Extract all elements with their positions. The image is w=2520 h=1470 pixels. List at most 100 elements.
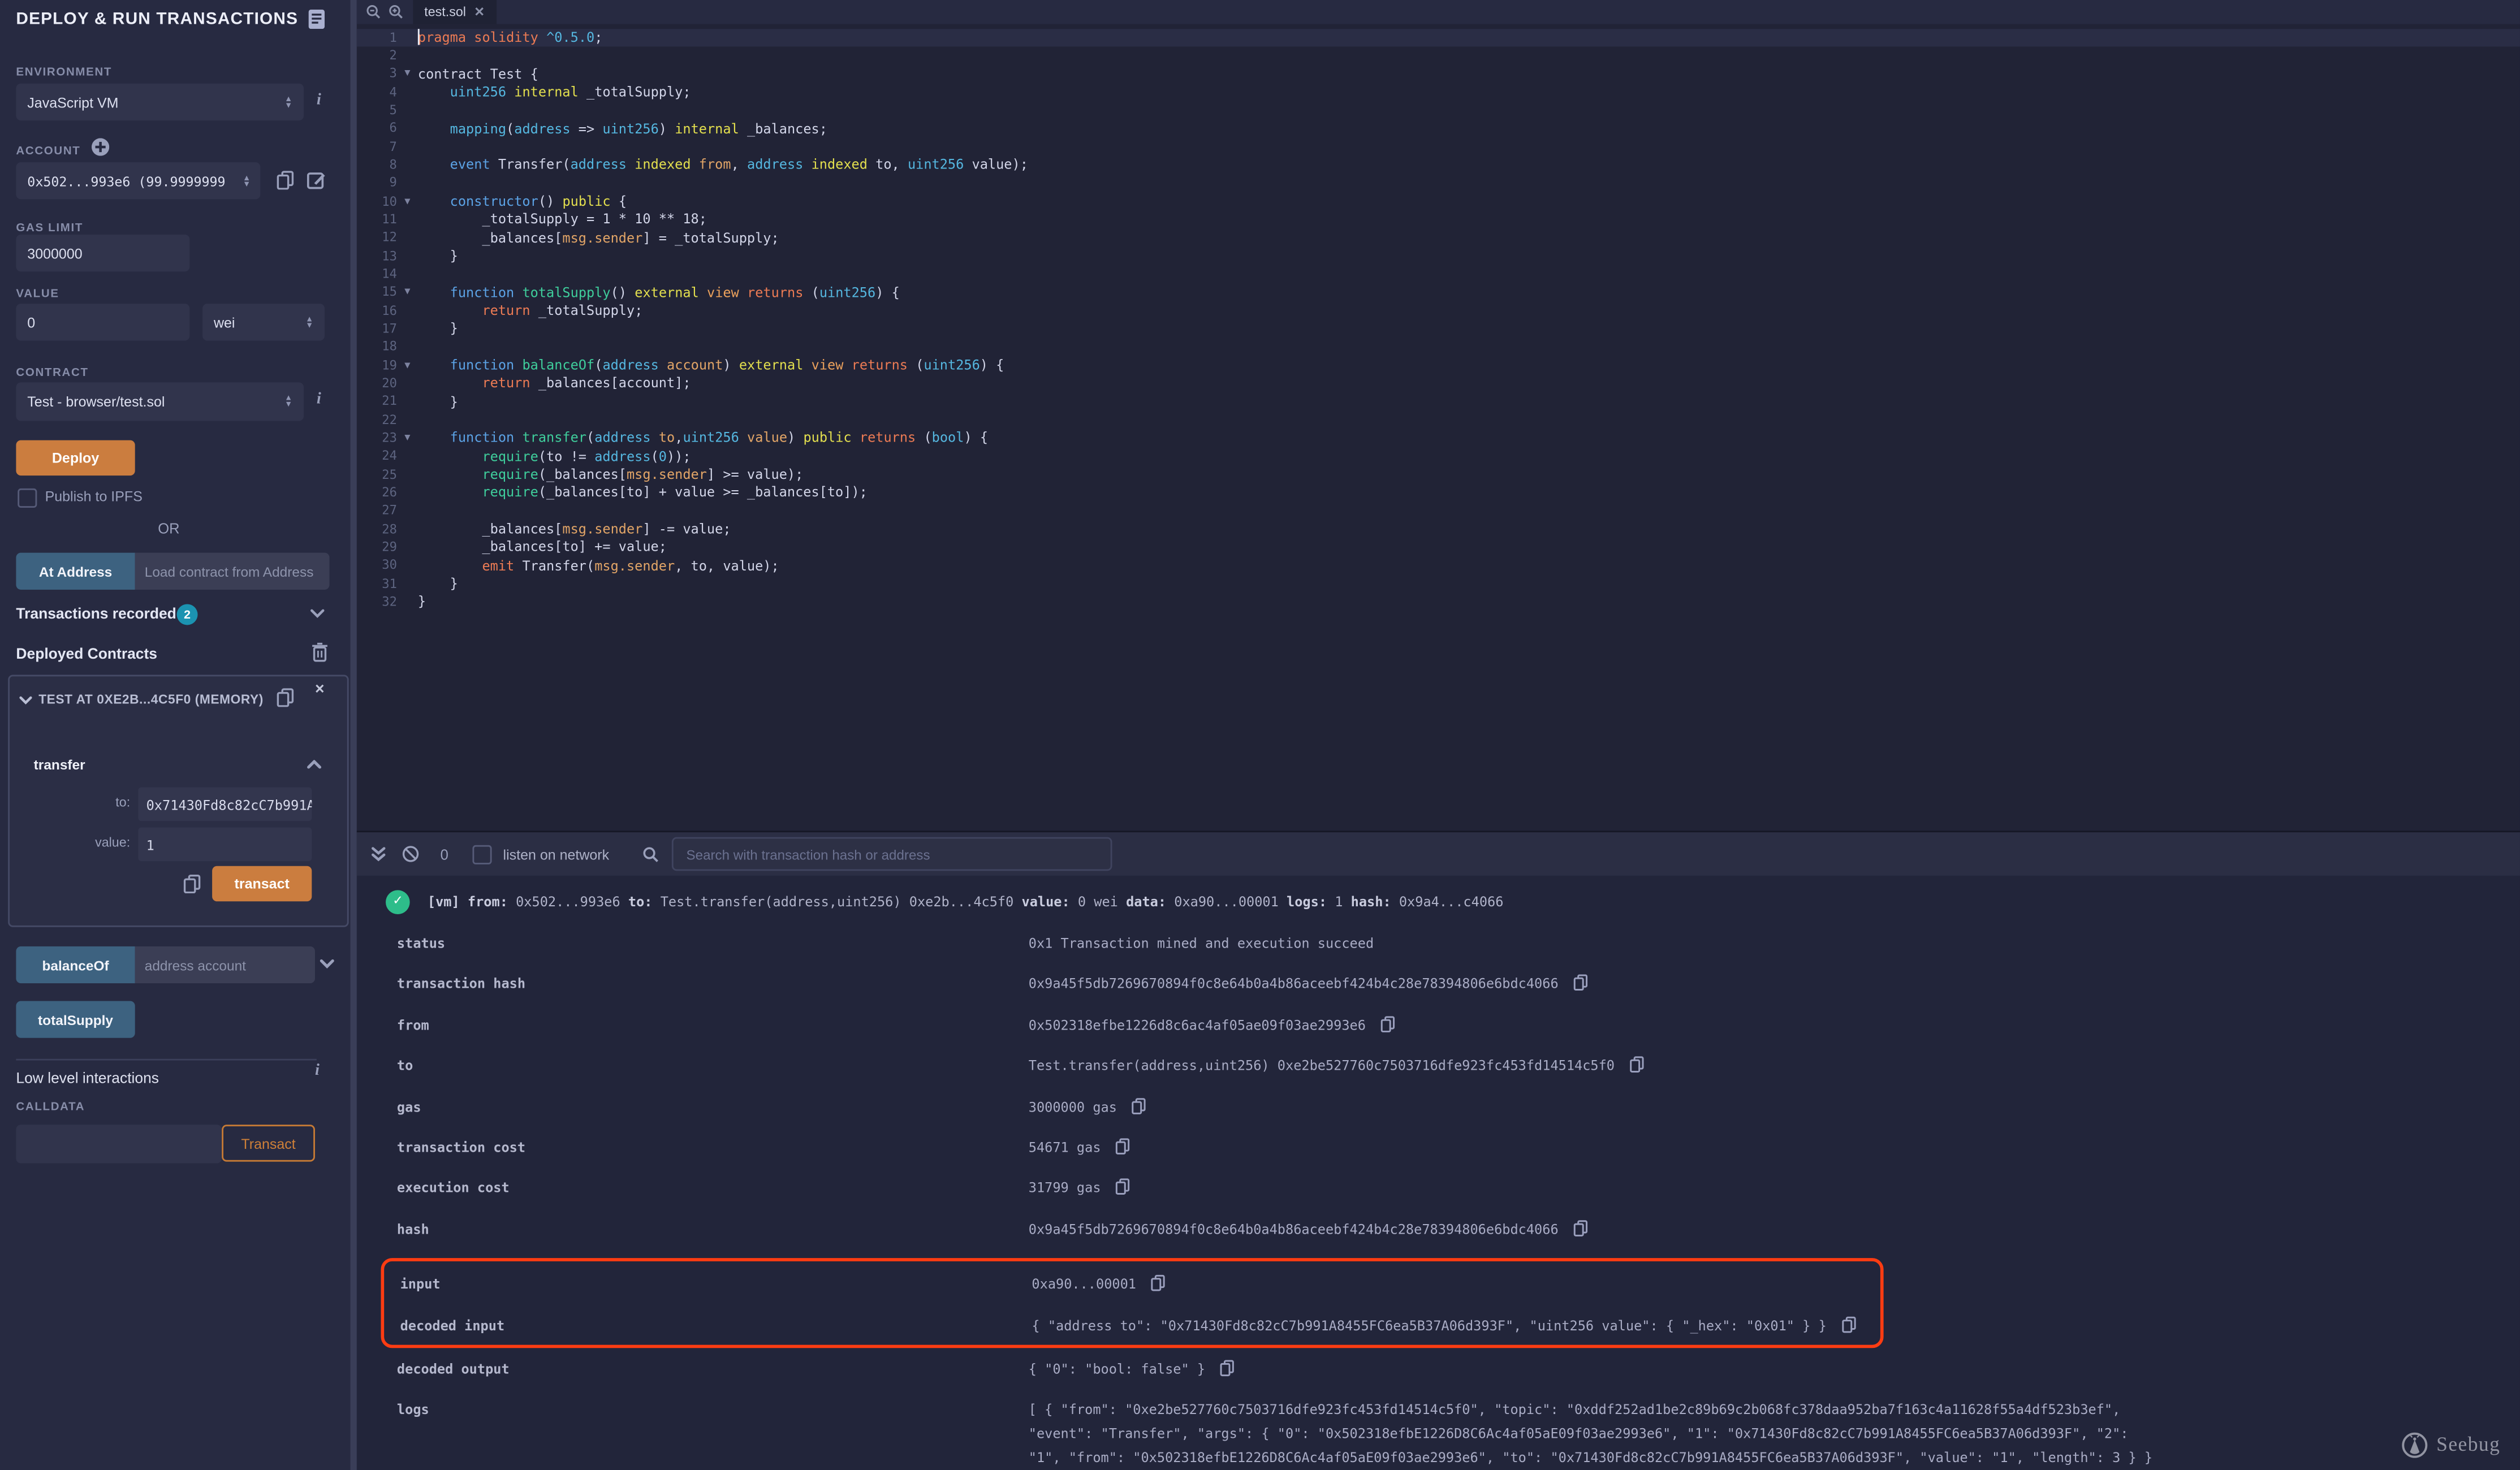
contract-select[interactable]: Test - browser/test.sol ▲▼ xyxy=(16,382,304,421)
code-line-25[interactable]: 25 require(_balances[msg.sender] >= valu… xyxy=(357,465,2520,483)
publish-ipfs-checkbox[interactable] xyxy=(18,488,37,508)
copy-icon[interactable] xyxy=(1380,1015,1395,1032)
trash-icon[interactable] xyxy=(312,643,327,662)
terminal-row-from: from0x502318efbe1226d8c6ac4af05ae09f03ae… xyxy=(397,1014,2165,1038)
copy-account-icon[interactable] xyxy=(277,170,294,189)
code-line-4[interactable]: 4 uint256 internal _totalSupply; xyxy=(357,83,2520,101)
code-line-3[interactable]: 3▼contract Test { xyxy=(357,64,2520,83)
copy-icon[interactable] xyxy=(1115,1178,1130,1196)
copy-icon[interactable] xyxy=(1629,1056,1644,1074)
line-number: 23 xyxy=(357,430,397,445)
expand-terminal-icon[interactable] xyxy=(371,846,386,862)
fold-icon[interactable]: ▼ xyxy=(397,432,418,443)
at-address-button[interactable]: At Address xyxy=(16,553,135,590)
row-label: hash xyxy=(397,1217,1029,1242)
code-line-17[interactable]: 17 } xyxy=(357,319,2520,338)
copy-icon[interactable] xyxy=(1131,1097,1146,1114)
terminal-row-logs: logs[ { "from": "0xe2be527760c7503716dfe… xyxy=(397,1398,2165,1470)
low-level-transact-button[interactable]: Transact xyxy=(222,1125,315,1161)
code-line-28[interactable]: 28 _balances[msg.sender] -= value; xyxy=(357,520,2520,538)
tab-close-icon[interactable]: ✕ xyxy=(474,5,485,20)
code-line-26[interactable]: 26 require(_balances[to] + value >= _bal… xyxy=(357,483,2520,501)
code-line-10[interactable]: 10▼ constructor() public { xyxy=(357,192,2520,210)
value-unit-select[interactable]: wei ▲▼ xyxy=(202,304,325,340)
code-line-22[interactable]: 22 xyxy=(357,410,2520,429)
code-text: return _balances[account]; xyxy=(418,375,691,391)
copy-icon[interactable] xyxy=(1115,1138,1130,1155)
code-line-32[interactable]: 32} xyxy=(357,593,2520,611)
balanceof-button[interactable]: balanceOf xyxy=(16,946,135,983)
code-line-19[interactable]: 19▼ function balanceOf(address account) … xyxy=(357,356,2520,374)
clear-console-icon[interactable] xyxy=(402,845,419,863)
transact-button[interactable]: transact xyxy=(212,866,312,902)
balanceof-chevron-down-icon[interactable] xyxy=(320,959,335,969)
copy-icon[interactable] xyxy=(1151,1274,1166,1292)
terminal-row-hash: hash0x9a45f5db7269670894f0c8e64b0a4b86ac… xyxy=(397,1217,2165,1242)
low-level-info-icon[interactable]: i xyxy=(315,1062,320,1079)
value-arg-input[interactable]: 1 xyxy=(138,828,312,862)
totalsupply-button[interactable]: totalSupply xyxy=(16,1001,135,1037)
copy-icon[interactable] xyxy=(1573,974,1587,992)
code-line-30[interactable]: 30 emit Transfer(msg.sender, to, value); xyxy=(357,556,2520,574)
code-area[interactable]: 1pragma solidity ^0.5.0;23▼contract Test… xyxy=(357,24,2520,831)
code-line-24[interactable]: 24 require(to != address(0)); xyxy=(357,447,2520,465)
code-line-16[interactable]: 16 return _totalSupply; xyxy=(357,301,2520,319)
terminal-search-input[interactable]: Search with transaction hash or address xyxy=(672,837,1112,871)
environment-select[interactable]: JavaScript VM ▲▼ xyxy=(16,84,304,120)
environment-info-icon[interactable]: i xyxy=(317,92,321,109)
code-line-2[interactable]: 2 xyxy=(357,46,2520,64)
value-input[interactable]: 0 xyxy=(16,304,189,340)
at-address-input[interactable]: Load contract from Address xyxy=(135,553,330,590)
close-icon[interactable]: × xyxy=(315,681,325,699)
line-number: 3 xyxy=(357,66,397,81)
gas-limit-input[interactable]: 3000000 xyxy=(16,235,189,271)
code-text: _totalSupply = 1 * 10 ** 18; xyxy=(418,211,707,227)
code-line-29[interactable]: 29 _balances[to] += value; xyxy=(357,538,2520,556)
copy-icon[interactable] xyxy=(1841,1315,1856,1333)
calldata-input[interactable] xyxy=(16,1125,222,1163)
transactions-chevron-down-icon[interactable] xyxy=(310,609,325,619)
fn-chevron-up-icon[interactable] xyxy=(307,760,322,769)
code-line-23[interactable]: 23▼ function transfer(address to,uint256… xyxy=(357,429,2520,447)
copy-contract-icon[interactable] xyxy=(277,688,294,707)
tx-summary-row[interactable]: ✓ [vm] from: 0x502...993e6 to: Test.tran… xyxy=(357,876,2520,918)
plugin-doc-icon[interactable] xyxy=(309,10,325,29)
code-line-21[interactable]: 21 } xyxy=(357,392,2520,410)
code-line-9[interactable]: 9 xyxy=(357,174,2520,192)
zoom-out-icon[interactable] xyxy=(366,5,381,20)
add-account-icon[interactable] xyxy=(92,138,109,155)
code-line-12[interactable]: 12 _balances[msg.sender] = _totalSupply; xyxy=(357,228,2520,247)
zoom-in-icon[interactable] xyxy=(389,5,404,20)
code-line-5[interactable]: 5 xyxy=(357,101,2520,119)
code-line-20[interactable]: 20 return _balances[account]; xyxy=(357,374,2520,392)
code-line-8[interactable]: 8 event Transfer(address indexed from, a… xyxy=(357,155,2520,174)
account-select[interactable]: 0x502...993e6 (99.9999999 ▲▼ xyxy=(16,162,260,199)
code-line-7[interactable]: 7 xyxy=(357,137,2520,155)
code-line-27[interactable]: 27 xyxy=(357,501,2520,520)
fold-icon[interactable]: ▼ xyxy=(397,287,418,298)
listen-network-checkbox[interactable] xyxy=(473,844,492,863)
code-line-1[interactable]: 1pragma solidity ^0.5.0; xyxy=(357,28,2520,46)
copy-icon[interactable] xyxy=(1220,1359,1235,1376)
balanceof-arg-input[interactable]: address account xyxy=(135,946,315,983)
code-line-18[interactable]: 18 xyxy=(357,338,2520,356)
panel-scrollbar[interactable] xyxy=(351,0,357,1470)
code-line-13[interactable]: 13 } xyxy=(357,247,2520,265)
contract-info-icon[interactable]: i xyxy=(317,391,321,408)
card-chevron-down-icon[interactable] xyxy=(19,695,32,705)
row-value: 0x1 Transaction mined and execution succ… xyxy=(1029,932,2165,956)
code-line-11[interactable]: 11 _totalSupply = 1 * 10 ** 18; xyxy=(357,210,2520,228)
fold-icon[interactable]: ▼ xyxy=(397,68,418,79)
fold-icon[interactable]: ▼ xyxy=(397,196,418,207)
fold-icon[interactable]: ▼ xyxy=(397,359,418,370)
deploy-button[interactable]: Deploy xyxy=(16,440,135,476)
edit-account-icon[interactable] xyxy=(307,170,326,189)
code-line-14[interactable]: 14 xyxy=(357,265,2520,283)
code-line-31[interactable]: 31 } xyxy=(357,574,2520,593)
copy-icon[interactable] xyxy=(1573,1219,1587,1236)
copy-args-icon[interactable] xyxy=(183,874,201,893)
to-arg-input[interactable]: 0x71430Fd8c82cC7b991A8455FC6ea5B37A06d39… xyxy=(138,787,312,821)
tab-test-sol[interactable]: test.sol ✕ xyxy=(413,0,496,24)
code-line-6[interactable]: 6 mapping(address => uint256) internal _… xyxy=(357,119,2520,137)
code-line-15[interactable]: 15▼ function totalSupply() external view… xyxy=(357,283,2520,301)
